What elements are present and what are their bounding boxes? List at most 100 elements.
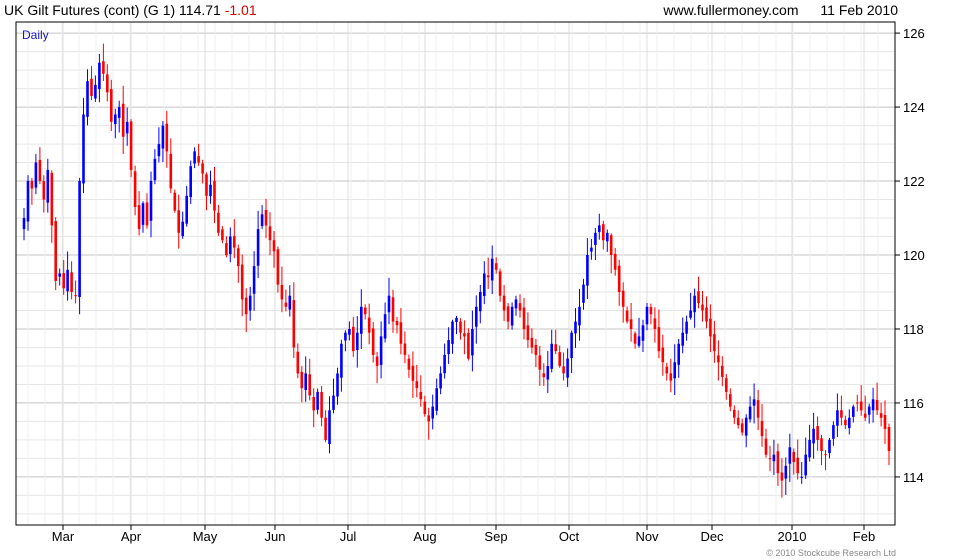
price-chart: 114 116 118 120 122 124 126 Mar Apr May Jun Jul Aug… [15, 21, 925, 544]
candle-body [46, 169, 50, 203]
candle-body [276, 249, 280, 285]
interval-label: Daily [22, 28, 49, 42]
candle-body [479, 292, 482, 312]
candle-body [217, 212, 220, 233]
candle-body [574, 321, 577, 334]
candle-body [264, 210, 268, 226]
candle-body [240, 264, 244, 300]
y-tick-label: 122 [903, 174, 925, 189]
candle-body [233, 236, 236, 248]
candle-body [209, 184, 212, 197]
candle-body [82, 114, 85, 184]
candle-body [110, 89, 113, 122]
candle-body [86, 81, 89, 117]
candle-body [379, 336, 383, 365]
x-tick-label: Oct [559, 529, 580, 544]
candle-body [875, 399, 879, 411]
y-tick-label: 120 [903, 248, 925, 263]
candle-body [598, 225, 601, 233]
candle-body [740, 423, 744, 433]
candle-body [586, 255, 589, 286]
candle-body [721, 365, 724, 377]
candle-body [34, 162, 38, 188]
candle-body [594, 232, 597, 245]
candle-body [693, 295, 696, 313]
candle-body [522, 307, 526, 329]
candle-body [296, 351, 300, 374]
candle-body [852, 406, 855, 417]
candle-body [506, 306, 510, 322]
candle-body [562, 366, 565, 374]
candle-body [320, 392, 323, 418]
candle-body [463, 333, 466, 337]
candle-body [645, 306, 649, 325]
candle-body [248, 295, 252, 311]
candle-body [411, 365, 415, 381]
candle-body [490, 258, 494, 281]
x-tick-label: Apr [121, 529, 142, 544]
x-tick-label: Jun [265, 529, 286, 544]
candle-body [828, 439, 831, 454]
candle-body [391, 297, 395, 322]
candle-body [832, 425, 835, 439]
candle-body [74, 295, 77, 297]
candle-body [181, 221, 184, 237]
candle-body [340, 343, 343, 378]
candle-body [649, 307, 653, 315]
candle-body [530, 337, 534, 348]
candle-body [213, 180, 216, 211]
candle-body [606, 232, 609, 242]
candle-body [117, 107, 121, 118]
candle-body [526, 325, 530, 341]
candle-body [244, 297, 248, 315]
candle-body [459, 321, 462, 333]
candle-body [602, 224, 605, 241]
candle-body [653, 318, 657, 329]
candle-body [756, 400, 760, 418]
candle-body [808, 439, 811, 458]
candle-body [205, 174, 208, 196]
candle-body [780, 472, 784, 481]
candle-body [685, 321, 688, 334]
candle-body [558, 352, 561, 366]
candle-body [419, 392, 423, 400]
candle-body [288, 295, 292, 310]
candle-body [840, 410, 843, 418]
candle-body [367, 317, 371, 333]
candle-body [70, 272, 73, 292]
candle-body [768, 458, 772, 460]
x-tick-label: Feb [853, 529, 875, 544]
candle-body [883, 415, 887, 429]
candle-body [363, 307, 367, 315]
candle-body [443, 354, 446, 374]
candle-body [856, 402, 859, 404]
candle-body [657, 327, 661, 352]
candle-body [510, 306, 514, 326]
candle-body [407, 358, 411, 370]
candle-body [94, 84, 97, 99]
x-axis: Mar Apr May Jun Jul Aug Sep Oct Nov Dec 2010 Feb [52, 529, 875, 544]
x-tick-label: 2010 [778, 529, 807, 544]
candle-body [360, 306, 363, 334]
candle-body [300, 371, 304, 389]
candle-body [157, 144, 161, 157]
candle-body [153, 158, 157, 181]
x-tick-label: Mar [52, 529, 75, 544]
candle-body [356, 332, 359, 350]
y-axis: 114 116 118 120 122 124 126 [62, 26, 925, 530]
candle-body [748, 406, 752, 420]
candle-body [114, 114, 117, 125]
candle-body [252, 266, 256, 294]
candle-body [280, 284, 284, 300]
candle-body [677, 343, 680, 365]
candle-body [201, 163, 204, 174]
candle-body [514, 299, 518, 309]
candle-body [709, 318, 712, 337]
candle-body [177, 210, 180, 233]
candle-body [879, 413, 883, 418]
candle-body [633, 333, 637, 344]
candle-body [498, 271, 502, 296]
candle-body [475, 306, 478, 327]
candle-body [221, 229, 224, 241]
candle-body [292, 300, 296, 348]
